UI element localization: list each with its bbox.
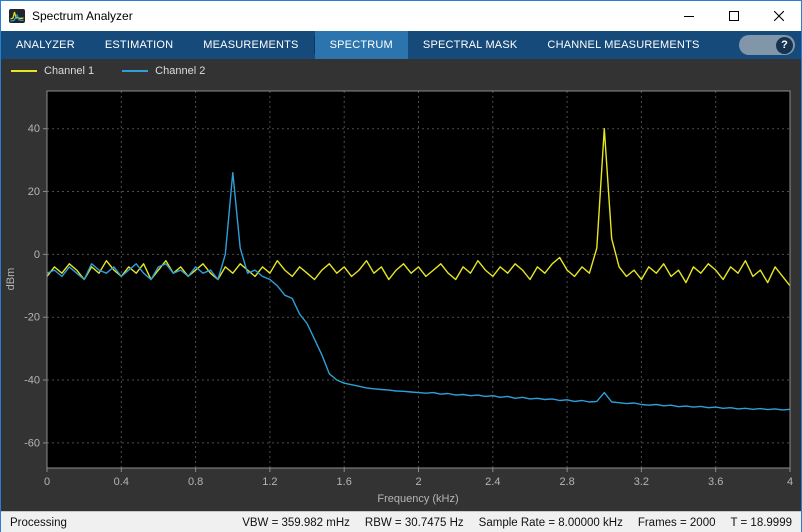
status-sample-rate: Sample Rate = 8.00000 kHz bbox=[478, 516, 623, 529]
tab-spectral-mask[interactable]: SPECTRAL MASK bbox=[408, 31, 533, 59]
svg-text:-20: -20 bbox=[24, 312, 40, 324]
status-frames: Frames = 2000 bbox=[637, 516, 716, 529]
legend-item-channel-2[interactable]: Channel 2 bbox=[122, 65, 205, 77]
help-button[interactable]: ? bbox=[776, 36, 793, 54]
svg-text:2: 2 bbox=[415, 476, 421, 488]
app-icon bbox=[9, 9, 25, 23]
svg-text:0: 0 bbox=[44, 476, 50, 488]
minimize-icon bbox=[683, 16, 694, 17]
svg-text:2.4: 2.4 bbox=[485, 476, 500, 488]
toolstrip: ANALYZER ESTIMATION MEASUREMENTS SPECTRU… bbox=[1, 31, 801, 59]
svg-text:2.8: 2.8 bbox=[559, 476, 574, 488]
tab-channel-measurements[interactable]: CHANNEL MEASUREMENTS bbox=[532, 31, 714, 59]
maximize-button[interactable] bbox=[711, 1, 756, 31]
help-area: ? bbox=[739, 31, 801, 59]
y-axis-label: dBm bbox=[5, 268, 17, 291]
tab-spectrum[interactable]: SPECTRUM bbox=[314, 31, 408, 59]
title-bar[interactable]: Spectrum Analyzer bbox=[1, 1, 801, 31]
svg-text:1.6: 1.6 bbox=[337, 476, 352, 488]
spectrum-analyzer-window: Spectrum Analyzer ANALYZER ESTIMATION ME… bbox=[0, 0, 802, 532]
svg-text:0.8: 0.8 bbox=[188, 476, 203, 488]
legend-label: Channel 1 bbox=[44, 65, 95, 77]
svg-text:40: 40 bbox=[28, 123, 40, 135]
close-button[interactable] bbox=[756, 1, 801, 31]
figure-area: Channel 1 Channel 2 0 0.4 0.8 1.2 1.6 2 2.4 2.8… bbox=[1, 59, 801, 511]
minimize-button[interactable] bbox=[666, 1, 711, 31]
window-title: Spectrum Analyzer bbox=[32, 9, 133, 23]
svg-text:4: 4 bbox=[787, 476, 793, 488]
legend-item-channel-1[interactable]: Channel 1 bbox=[11, 65, 94, 77]
status-state: Processing bbox=[10, 516, 67, 529]
svg-text:3.2: 3.2 bbox=[634, 476, 649, 488]
status-vbw: VBW = 359.982 mHz bbox=[242, 516, 350, 529]
svg-text:3.6: 3.6 bbox=[708, 476, 723, 488]
tab-measurements[interactable]: MEASUREMENTS bbox=[188, 31, 313, 59]
svg-text:20: 20 bbox=[28, 186, 40, 198]
tab-analyzer[interactable]: ANALYZER bbox=[1, 31, 90, 59]
svg-text:-60: -60 bbox=[24, 437, 40, 449]
status-measurements: VBW = 359.982 mHz RBW = 30.7475 Hz Sampl… bbox=[242, 517, 792, 529]
channel-2-line-swatch bbox=[122, 70, 149, 72]
tab-estimation[interactable]: ESTIMATION bbox=[90, 31, 188, 59]
status-rbw: RBW = 30.7475 Hz bbox=[364, 516, 464, 529]
help-pill: ? bbox=[739, 35, 795, 55]
close-icon bbox=[773, 11, 784, 21]
svg-text:1.2: 1.2 bbox=[262, 476, 277, 488]
svg-text:0.4: 0.4 bbox=[114, 476, 129, 488]
svg-text:0: 0 bbox=[34, 249, 40, 261]
question-mark-icon: ? bbox=[781, 39, 788, 51]
channel-1-line-swatch bbox=[11, 70, 37, 72]
status-bar: Processing VBW = 359.982 mHz RBW = 30.74… bbox=[1, 511, 801, 532]
svg-text:-40: -40 bbox=[24, 375, 40, 387]
legend: Channel 1 Channel 2 bbox=[1, 59, 801, 83]
legend-label: Channel 2 bbox=[155, 65, 206, 77]
status-time: T = 18.9999 bbox=[730, 516, 793, 529]
maximize-icon bbox=[728, 11, 739, 21]
spectrum-plot[interactable]: 0 0.4 0.8 1.2 1.6 2 2.4 2.8 3.2 3.6 4 -60 -40 -20 0 20 4… bbox=[1, 83, 801, 511]
x-axis-label: Frequency (kHz) bbox=[377, 493, 458, 505]
